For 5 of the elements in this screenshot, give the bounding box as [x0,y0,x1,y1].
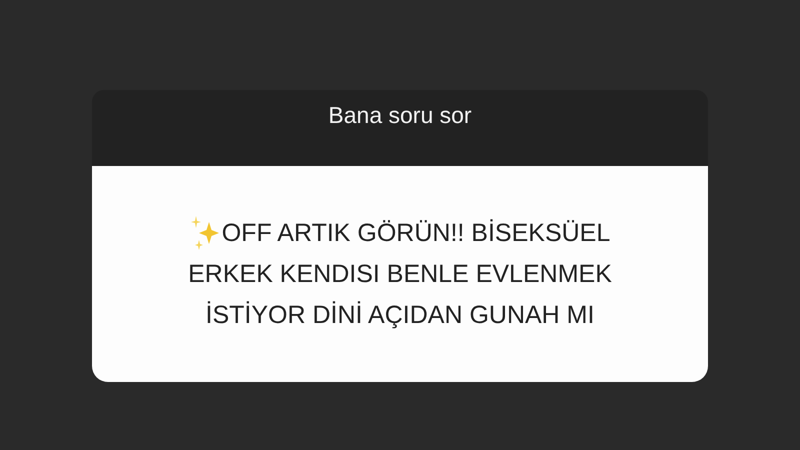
question-line: ERKEK KENDISI BENLE EVLENMEK [188,258,612,290]
question-line: OFF ARTIK GÖRÜN!! BİSEKSÜEL [222,218,610,248]
sparkles-icon [190,216,220,250]
question-line: İSTİYOR DİNİ AÇIDAN GUNAH MI [206,300,594,330]
sticker-title: Bana soru sor [328,102,472,129]
